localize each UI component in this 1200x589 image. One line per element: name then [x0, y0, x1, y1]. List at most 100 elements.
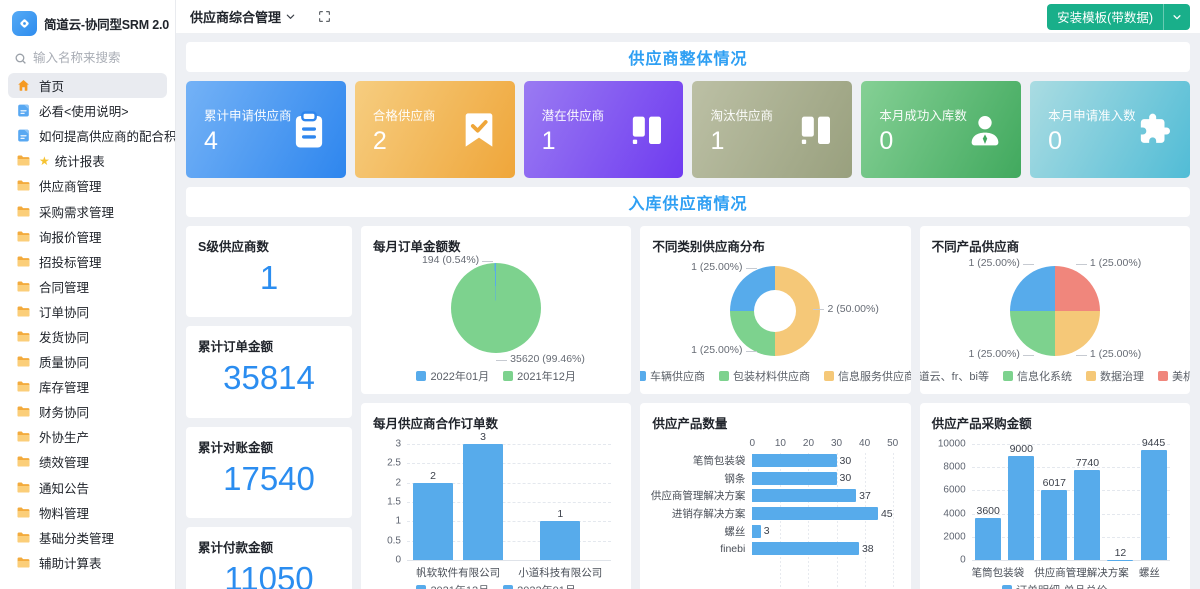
sidebar-item[interactable]: 外协生产 — [8, 424, 167, 449]
bar-value-label: 12 — [1114, 546, 1127, 559]
category-label: finebi — [720, 542, 746, 555]
kpi-card-value: 35814 — [223, 359, 315, 397]
bar: 1 — [540, 508, 581, 560]
page-title-dropdown[interactable]: 供应商综合管理 — [190, 7, 296, 26]
legend-item[interactable]: 信息化系统 — [1002, 368, 1072, 384]
section-title-inbound: 入库供应商情况 — [628, 196, 748, 213]
bar: 3 — [463, 431, 504, 560]
install-template-button[interactable]: 安装模板(带数据) — [1047, 3, 1190, 30]
hbar-row: 螺丝 3 — [724, 522, 892, 540]
sidebar-item[interactable]: 质量协同 — [8, 349, 167, 374]
legend-item[interactable]: 2022年01月 — [416, 368, 489, 384]
bar-group: 12 — [1104, 444, 1137, 560]
pie-slice-label: 1 (25.00%) — [691, 261, 757, 273]
legend-item[interactable]: 订单明细-单品总价 — [1001, 582, 1108, 589]
x-axis-label: 螺丝 — [1138, 567, 1160, 579]
x-axis-label: 笔筒包装袋 — [971, 567, 1025, 579]
sidebar-item-label: 通知公告 — [39, 481, 90, 496]
person-icon — [965, 110, 1005, 150]
sidebar-item[interactable]: 辅助计算表 — [8, 550, 167, 575]
sidebar-item[interactable]: ★ 统计报表 — [8, 148, 167, 173]
y-axis-tick: 1 — [395, 515, 401, 527]
star-icon: ★ — [39, 153, 50, 168]
sidebar-item-label: 首页 — [39, 80, 65, 95]
sidebar-item[interactable]: 绩效管理 — [8, 449, 167, 474]
bar-value-label: 30 — [839, 454, 852, 467]
sidebar-item[interactable]: 订单协同 — [8, 299, 167, 324]
chart-legend: 订单明细-单品总价 — [932, 582, 1178, 589]
hbar-plot: 0 10 20 30 40 50 笔筒包装袋 30 钢条 30 供应商管理解决方案 37 进销存解决方案… — [651, 438, 898, 589]
x-axis-tick: 20 — [802, 438, 815, 449]
legend-item[interactable]: 信息服务供应商 — [824, 368, 911, 384]
x-axis-label: 帆软软件有限公司 — [416, 567, 501, 579]
chart-title: 不同产品供应商 — [931, 240, 1020, 254]
sidebar-item[interactable]: 基础分类管理 — [8, 525, 167, 550]
folder-icon — [16, 429, 31, 444]
bar: 9000 — [1008, 443, 1035, 560]
search-input[interactable] — [33, 51, 153, 65]
bar-value-label: 6017 — [1042, 477, 1066, 490]
legend-item[interactable]: 2021年12月 — [503, 368, 576, 384]
pie-slice-label: 1 (25.00%) — [1075, 257, 1142, 269]
category-label: 笔筒包装袋 — [692, 455, 746, 468]
folder-icon — [16, 404, 31, 419]
pie-plot: 1 (25.00%) 1 (25.00%) 2 (50.00%) — [652, 255, 898, 366]
sidebar-item[interactable]: 首页 — [8, 73, 167, 99]
sidebar-item[interactable]: 发货协同 — [8, 324, 167, 349]
sidebar-item[interactable]: 采购需求管理 — [8, 198, 167, 223]
y-axis-tick: 0 — [395, 554, 401, 566]
sidebar-item[interactable]: 财务协同 — [8, 399, 167, 424]
bar — [752, 489, 857, 503]
stat-card: 淘汰供应商 1 — [692, 81, 853, 178]
y-axis-tick: 8000 — [943, 461, 966, 473]
bar-value-label: 3 — [480, 431, 486, 443]
sidebar-item[interactable]: 通知公告 — [8, 475, 167, 500]
legend-item[interactable]: 美机原料 — [1157, 368, 1190, 384]
x-axis-label — [1024, 565, 1034, 580]
legend-item[interactable]: 简道云、fr、bi等 — [920, 368, 989, 384]
sidebar-item-label: 采购需求管理 — [39, 205, 115, 220]
y-axis-tick: 6000 — [943, 484, 966, 496]
pie-slice-label: 194 (0.54%) — [421, 254, 494, 266]
kanban-icon — [796, 110, 836, 150]
legend-item[interactable]: 2021年12月 — [416, 582, 489, 589]
home-icon — [16, 78, 31, 93]
sidebar-item[interactable]: 物料管理 — [8, 500, 167, 525]
app-title: 简道云-协同型SRM 2.0 — [44, 18, 169, 32]
sidebar-item[interactable]: 合同管理 — [8, 274, 167, 299]
legend-label: 订单明细-单品总价 — [1016, 582, 1108, 589]
bar-value-label: 9445 — [1141, 437, 1166, 450]
fullscreen-button[interactable] — [318, 10, 331, 23]
kpi-card: S级供应商数 1 — [186, 226, 352, 318]
sidebar-item[interactable]: 询报价管理 — [8, 224, 167, 249]
legend-item[interactable]: 车辆供应商 — [640, 368, 705, 384]
sidebar-item[interactable]: 库存管理 — [8, 374, 167, 399]
legend-item[interactable]: 数据治理 — [1085, 368, 1144, 384]
legend-swatch — [1001, 585, 1012, 589]
section-inbound-header: 入库供应商情况 — [186, 187, 1190, 217]
install-dropdown-arrow[interactable] — [1164, 12, 1190, 22]
bar — [752, 507, 878, 521]
folder-icon — [16, 379, 31, 394]
pie-slice-label: 1 (25.00%) — [1075, 348, 1142, 360]
legend-swatch — [719, 371, 729, 381]
sidebar-item[interactable]: 必看<使用说明> — [8, 98, 167, 123]
sidebar-item-label: 必看<使用说明> — [39, 105, 129, 120]
stat-cards-row: 累计申请供应商 4 合格供应商 2 潜在供应商 1 淘汰供应商 1 本月成功入库数 0 本月申请准入… — [186, 81, 1190, 178]
section-overview-header: 供应商整体情况 — [186, 42, 1190, 72]
legend-item[interactable]: 包装材料供应商 — [719, 368, 810, 384]
bar — [752, 471, 837, 485]
sidebar-item-label: 招投标管理 — [39, 255, 102, 270]
chart-title: 供应产品数量 — [652, 417, 728, 431]
kpi-card: 累计订单金额 35814 — [186, 326, 352, 418]
y-axis-tick: 4000 — [943, 508, 966, 520]
sidebar-item[interactable]: 供应商管理 — [8, 173, 167, 198]
legend-item[interactable]: 2022年01月 — [503, 582, 576, 589]
doc-icon — [16, 103, 31, 118]
x-axis-tick: 50 — [887, 438, 899, 449]
bar — [752, 524, 761, 538]
sidebar-item[interactable]: 招投标管理 — [8, 249, 167, 274]
sidebar-item[interactable]: 如何提高供应商的配合积极性? — [8, 123, 175, 148]
pie-plot: 194 (0.54%) 35620 (99.46%) — [373, 254, 619, 366]
bar-value-label: 3 — [763, 525, 770, 538]
